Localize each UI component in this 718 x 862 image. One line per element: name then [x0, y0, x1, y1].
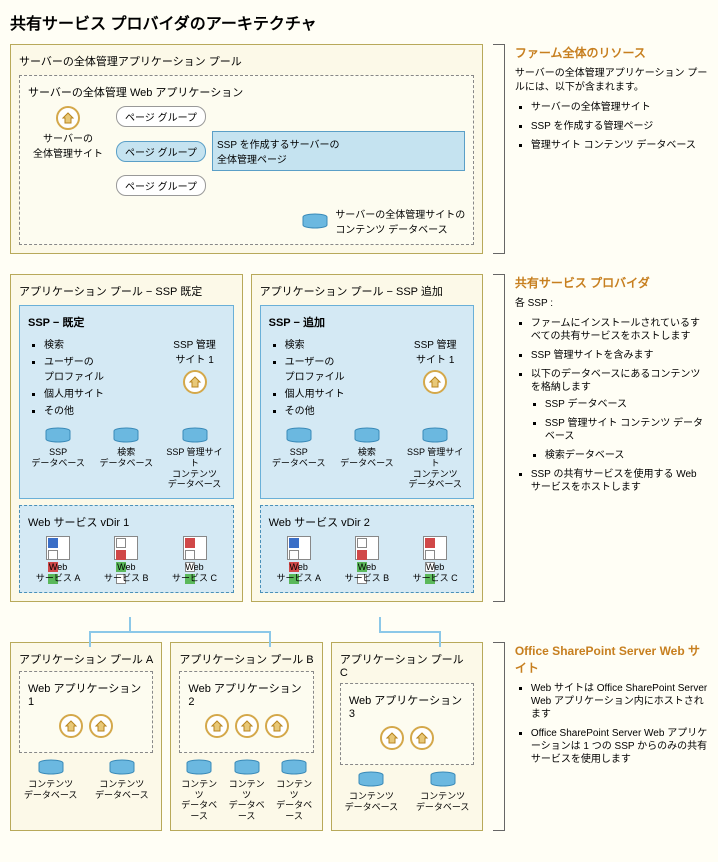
anno3-list: Web サイトは Office SharePoint Server Web アプ…: [515, 682, 708, 766]
webservice-icon: [183, 536, 207, 560]
admin-app-label: サーバーの全体管理 Web アプリケーション: [28, 84, 465, 100]
anno1-text: サーバーの全体管理アプリケーション プールには、以下が含まれます。: [515, 67, 708, 95]
admin-site-label: サーバーの 全体管理サイト: [28, 130, 108, 160]
ssp-admin-1: SSP 管理 サイト 1: [165, 336, 225, 366]
ssp-create-label: SSP を作成するサーバーの 全体管理ページ: [212, 131, 465, 171]
page-group-2: ページ グループ: [116, 141, 206, 162]
ssp-add-inner: SSP − 追加 検索 ユーザーの プロファイル 個人用サイト その他 SSP …: [260, 305, 475, 499]
page-title: 共有サービス プロバイダのアーキテクチャ: [10, 10, 708, 34]
home-icon: [56, 106, 80, 130]
admin-app-box: サーバーの全体管理 Web アプリケーション サーバーの 全体管理サイト ページ…: [19, 75, 474, 245]
home-icon: [423, 370, 447, 394]
anno3-title: Office SharePoint Server Web サイト: [515, 642, 708, 676]
ssp-add-pool-label: アプリケーション プール − SSP 追加: [260, 283, 475, 299]
database-icon: [357, 771, 385, 787]
database-icon: [44, 427, 72, 443]
database-icon: [181, 427, 209, 443]
bracket-2: [493, 274, 505, 602]
app3-label: Web アプリケーション 3: [349, 692, 465, 720]
database-icon: [353, 427, 381, 443]
vdir1-box: Web サービス vDir 1 Web サービス A Web サービス B We…: [19, 505, 234, 593]
vdir2-label: Web サービス vDir 2: [269, 514, 466, 530]
database-icon: [429, 771, 457, 787]
content-db-label: サーバーの全体管理サイトの コンテンツ データベース: [335, 206, 465, 236]
database-icon: [301, 213, 329, 229]
webservice-icon: [423, 536, 447, 560]
home-icon: [183, 370, 207, 394]
app1-label: Web アプリケーション 1: [28, 680, 144, 708]
pool-a: アプリケーション プール A Web アプリケーション 1 コンテンツ データベ…: [10, 642, 162, 831]
webservice-icon: [46, 536, 70, 560]
vdir1-label: Web サービス vDir 1: [28, 514, 225, 530]
admin-pool-box: サーバーの全体管理アプリケーション プール サーバーの全体管理 Web アプリケ…: [10, 44, 483, 254]
database-icon: [185, 759, 213, 775]
ssp-add-label: SSP − 追加: [269, 314, 466, 330]
webservice-icon: [355, 536, 379, 560]
database-icon: [280, 759, 308, 775]
bracket-1: [493, 44, 505, 254]
home-icon: [410, 726, 434, 750]
anno2-text: 各 SSP :: [515, 297, 708, 311]
database-icon: [108, 759, 136, 775]
connector-lines: [10, 617, 500, 647]
admin-pool-label: サーバーの全体管理アプリケーション プール: [19, 53, 474, 69]
home-icon: [89, 714, 113, 738]
page-group-1: ページ グループ: [116, 106, 206, 127]
ssp-items-2: 検索 ユーザーの プロファイル 個人用サイト その他: [269, 336, 398, 417]
app1-box: Web アプリケーション 1: [19, 671, 153, 753]
ssp-default-pool-label: アプリケーション プール − SSP 既定: [19, 283, 234, 299]
bracket-3: [493, 642, 505, 831]
section-pools: アプリケーション プール A Web アプリケーション 1 コンテンツ データベ…: [10, 642, 708, 831]
pool-c-label: アプリケーション プール C: [340, 651, 474, 679]
database-icon: [421, 427, 449, 443]
webservice-icon: [114, 536, 138, 560]
home-icon: [235, 714, 259, 738]
home-icon: [59, 714, 83, 738]
app3-box: Web アプリケーション 3: [340, 683, 474, 765]
ssp-default-inner: SSP − 既定 検索 ユーザーの プロファイル 個人用サイト その他 SSP …: [19, 305, 234, 499]
anno1-list: サーバーの全体管理サイト SSP を作成する管理ページ 管理サイト コンテンツ …: [515, 101, 708, 152]
home-icon: [205, 714, 229, 738]
ssp-default-box: アプリケーション プール − SSP 既定 SSP − 既定 検索 ユーザーの …: [10, 274, 243, 602]
app2-box: Web アプリケーション 2: [179, 671, 313, 753]
pool-a-label: アプリケーション プール A: [19, 651, 153, 667]
home-icon: [265, 714, 289, 738]
pool-c: アプリケーション プール C Web アプリケーション 3 コンテンツ データベ…: [331, 642, 483, 831]
ssp-admin-2: SSP 管理 サイト 1: [405, 336, 465, 366]
section-farm: サーバーの全体管理アプリケーション プール サーバーの全体管理 Web アプリケ…: [10, 44, 708, 254]
ssp-default-label: SSP − 既定: [28, 314, 225, 330]
app2-label: Web アプリケーション 2: [188, 680, 304, 708]
anno1-title: ファーム全体のリソース: [515, 44, 708, 61]
ssp-items-1: 検索 ユーザーの プロファイル 個人用サイト その他: [28, 336, 157, 417]
section-ssp: アプリケーション プール − SSP 既定 SSP − 既定 検索 ユーザーの …: [10, 274, 708, 602]
anno2-list: ファームにインストールされているすべての共有サービスをホストします SSP 管理…: [515, 317, 708, 494]
pool-b: アプリケーション プール B Web アプリケーション 2 コンテンツ データベ…: [170, 642, 322, 831]
pool-b-label: アプリケーション プール B: [179, 651, 313, 667]
ssp-add-box: アプリケーション プール − SSP 追加 SSP − 追加 検索 ユーザーの …: [251, 274, 484, 602]
home-icon: [380, 726, 404, 750]
webservice-icon: [287, 536, 311, 560]
database-icon: [285, 427, 313, 443]
vdir2-box: Web サービス vDir 2 Web サービス A Web サービス B We…: [260, 505, 475, 593]
page-group-3: ページ グループ: [116, 175, 206, 196]
database-icon: [233, 759, 261, 775]
anno2-title: 共有サービス プロバイダ: [515, 274, 708, 291]
database-icon: [112, 427, 140, 443]
database-icon: [37, 759, 65, 775]
